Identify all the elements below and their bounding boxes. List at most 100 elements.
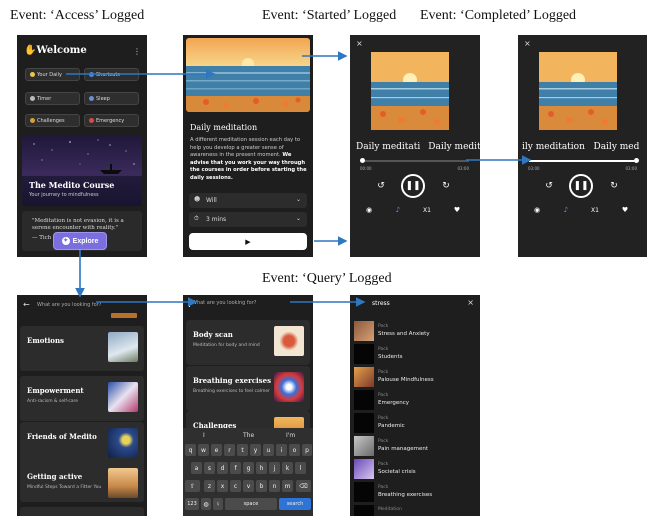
text-cursor bbox=[189, 299, 190, 307]
key-c[interactable]: c bbox=[230, 480, 241, 492]
background-sound-icon[interactable]: ◉ bbox=[363, 204, 375, 216]
progress-handle[interactable] bbox=[360, 158, 365, 163]
chip-sleep[interactable]: Sleep bbox=[84, 92, 139, 105]
backspace-key[interactable]: ⌫ bbox=[296, 480, 311, 492]
suggestion-2[interactable]: The bbox=[243, 432, 254, 439]
result-item[interactable]: Pack Emergency bbox=[354, 389, 478, 411]
key-p[interactable]: p bbox=[302, 444, 312, 456]
event-started-label: Event: ‘Started’ Logged bbox=[262, 8, 397, 23]
result-item[interactable]: Pack Stress and Anxiety bbox=[354, 320, 478, 342]
more-menu-icon[interactable]: ⋮ bbox=[133, 47, 141, 56]
key-n[interactable]: n bbox=[269, 480, 280, 492]
key-t[interactable]: t bbox=[237, 444, 248, 456]
event-access-label: Event: ‘Access’ Logged bbox=[10, 8, 145, 23]
music-note-icon[interactable]: ♪ bbox=[392, 204, 404, 216]
key-k[interactable]: k bbox=[282, 462, 293, 474]
rewind-icon[interactable]: ↺ bbox=[374, 179, 388, 193]
key-x[interactable]: x bbox=[217, 480, 228, 492]
progress-track[interactable] bbox=[361, 160, 469, 162]
pause-button[interactable]: ❚❚ bbox=[401, 174, 425, 198]
key-f[interactable]: f bbox=[230, 462, 241, 474]
key-s[interactable]: s bbox=[204, 462, 215, 474]
progress-track[interactable] bbox=[529, 160, 637, 162]
chip-timer[interactable]: Timer bbox=[25, 92, 80, 105]
key-w[interactable]: w bbox=[198, 444, 209, 456]
key-y[interactable]: y bbox=[250, 444, 261, 456]
card-thumbnail bbox=[108, 428, 138, 458]
key-j[interactable]: j bbox=[269, 462, 280, 474]
results-search-input[interactable]: stress bbox=[372, 300, 390, 307]
explore-button[interactable]: ✦ Explore bbox=[53, 232, 107, 250]
shift-icon: ⇧ bbox=[189, 482, 196, 490]
key-l[interactable]: l bbox=[295, 462, 306, 474]
chip-your-daily[interactable]: Your Daily bbox=[25, 68, 80, 81]
background-sound-icon[interactable]: ◉ bbox=[531, 204, 543, 216]
chip-emergency[interactable]: Emergency bbox=[84, 114, 139, 127]
time-elapsed: 03:00 bbox=[528, 166, 540, 171]
speed-button[interactable]: X1 bbox=[588, 204, 602, 216]
key-g[interactable]: g bbox=[243, 462, 254, 474]
suggestion-3[interactable]: I'm bbox=[286, 432, 295, 439]
result-item[interactable]: Pack Breathing exercises bbox=[354, 481, 478, 503]
result-item[interactable]: Meditation bbox=[354, 504, 478, 516]
course-card[interactable]: The Medito Course Your journey to mindfu… bbox=[22, 136, 142, 206]
key-m[interactable]: m bbox=[282, 480, 293, 492]
chip-shortcuts[interactable]: Shortcuts bbox=[84, 68, 139, 81]
suggestion-1[interactable]: I bbox=[203, 432, 205, 439]
key-o[interactable]: o bbox=[289, 444, 300, 456]
key-u[interactable]: u bbox=[263, 444, 274, 456]
daily-description: A different meditation session each day … bbox=[190, 137, 307, 181]
progress-handle[interactable] bbox=[634, 158, 639, 163]
key-i[interactable]: i bbox=[276, 444, 287, 456]
card-empowerment[interactable]: Empowerment Anti-racism & self-care bbox=[20, 376, 144, 421]
heart-icon[interactable]: ♥ bbox=[619, 204, 631, 216]
close-icon[interactable]: × bbox=[524, 39, 531, 48]
result-item[interactable]: Pack Pandemic bbox=[354, 412, 478, 434]
space-key[interactable]: space bbox=[225, 498, 277, 510]
globe-key[interactable]: ◍ bbox=[201, 498, 211, 510]
next-card[interactable] bbox=[20, 507, 144, 516]
result-item[interactable]: Pack Students bbox=[354, 343, 478, 365]
music-note-icon[interactable]: ♪ bbox=[560, 204, 572, 216]
shift-key[interactable]: ⇧ bbox=[185, 480, 200, 492]
card-getting-active[interactable]: Getting active Mindful Steps Toward a Fi… bbox=[20, 462, 144, 502]
pause-button[interactable]: ❚❚ bbox=[569, 174, 593, 198]
forward-icon[interactable]: ↻ bbox=[439, 179, 453, 193]
key-d[interactable]: d bbox=[217, 462, 228, 474]
back-arrow-icon[interactable]: ← bbox=[23, 300, 30, 309]
voice-select[interactable]: ☻ Will ⌄ bbox=[189, 193, 307, 208]
key-r[interactable]: r bbox=[224, 444, 235, 456]
forward-icon[interactable]: ↻ bbox=[607, 179, 621, 193]
card-friends-of-medito[interactable]: Friends of Medito bbox=[20, 422, 144, 467]
duration-select[interactable]: ⏱ 3 mins ⌄ bbox=[189, 212, 307, 227]
card-breathing-exercises[interactable]: Breathing exercises Breathing exercises … bbox=[186, 366, 310, 411]
card-body-scan[interactable]: Body scan Meditation for body and mind bbox=[186, 320, 310, 365]
key-h[interactable]: h bbox=[256, 462, 267, 474]
key-z[interactable]: z bbox=[204, 480, 215, 492]
result-item[interactable]: Pack Societal crisis bbox=[354, 458, 478, 480]
key-a[interactable]: a bbox=[191, 462, 202, 474]
result-item[interactable]: Pack Palouse Mindfulness bbox=[354, 366, 478, 388]
chip-challenges[interactable]: Challenges bbox=[25, 114, 80, 127]
key-q[interactable]: q bbox=[185, 444, 196, 456]
result-item[interactable]: Pack Pain management bbox=[354, 435, 478, 457]
search-key[interactable]: search bbox=[279, 498, 311, 510]
card-emotions[interactable]: Emotions bbox=[20, 326, 144, 371]
track-title: Daily meditatiDaily meditati bbox=[356, 142, 480, 152]
search-input[interactable]: What are you looking for? bbox=[192, 300, 256, 306]
explore-search-input[interactable]: What are you looking for? bbox=[37, 302, 101, 308]
rewind-icon[interactable]: ↺ bbox=[542, 179, 556, 193]
key-b[interactable]: b bbox=[256, 480, 267, 492]
speed-button[interactable]: X1 bbox=[420, 204, 434, 216]
heart-icon[interactable]: ♥ bbox=[451, 204, 463, 216]
play-button[interactable]: ▶ bbox=[189, 233, 307, 250]
numbers-key[interactable]: 123 bbox=[185, 498, 199, 510]
result-thumbnail bbox=[354, 459, 374, 479]
result-type: Pack bbox=[378, 324, 389, 329]
mic-key[interactable]: ♮ bbox=[213, 498, 223, 510]
key-v[interactable]: v bbox=[243, 480, 254, 492]
clear-icon[interactable]: × bbox=[467, 298, 474, 307]
chevron-down-icon: ⌄ bbox=[295, 215, 301, 222]
key-e[interactable]: e bbox=[211, 444, 222, 456]
close-icon[interactable]: × bbox=[356, 39, 363, 48]
